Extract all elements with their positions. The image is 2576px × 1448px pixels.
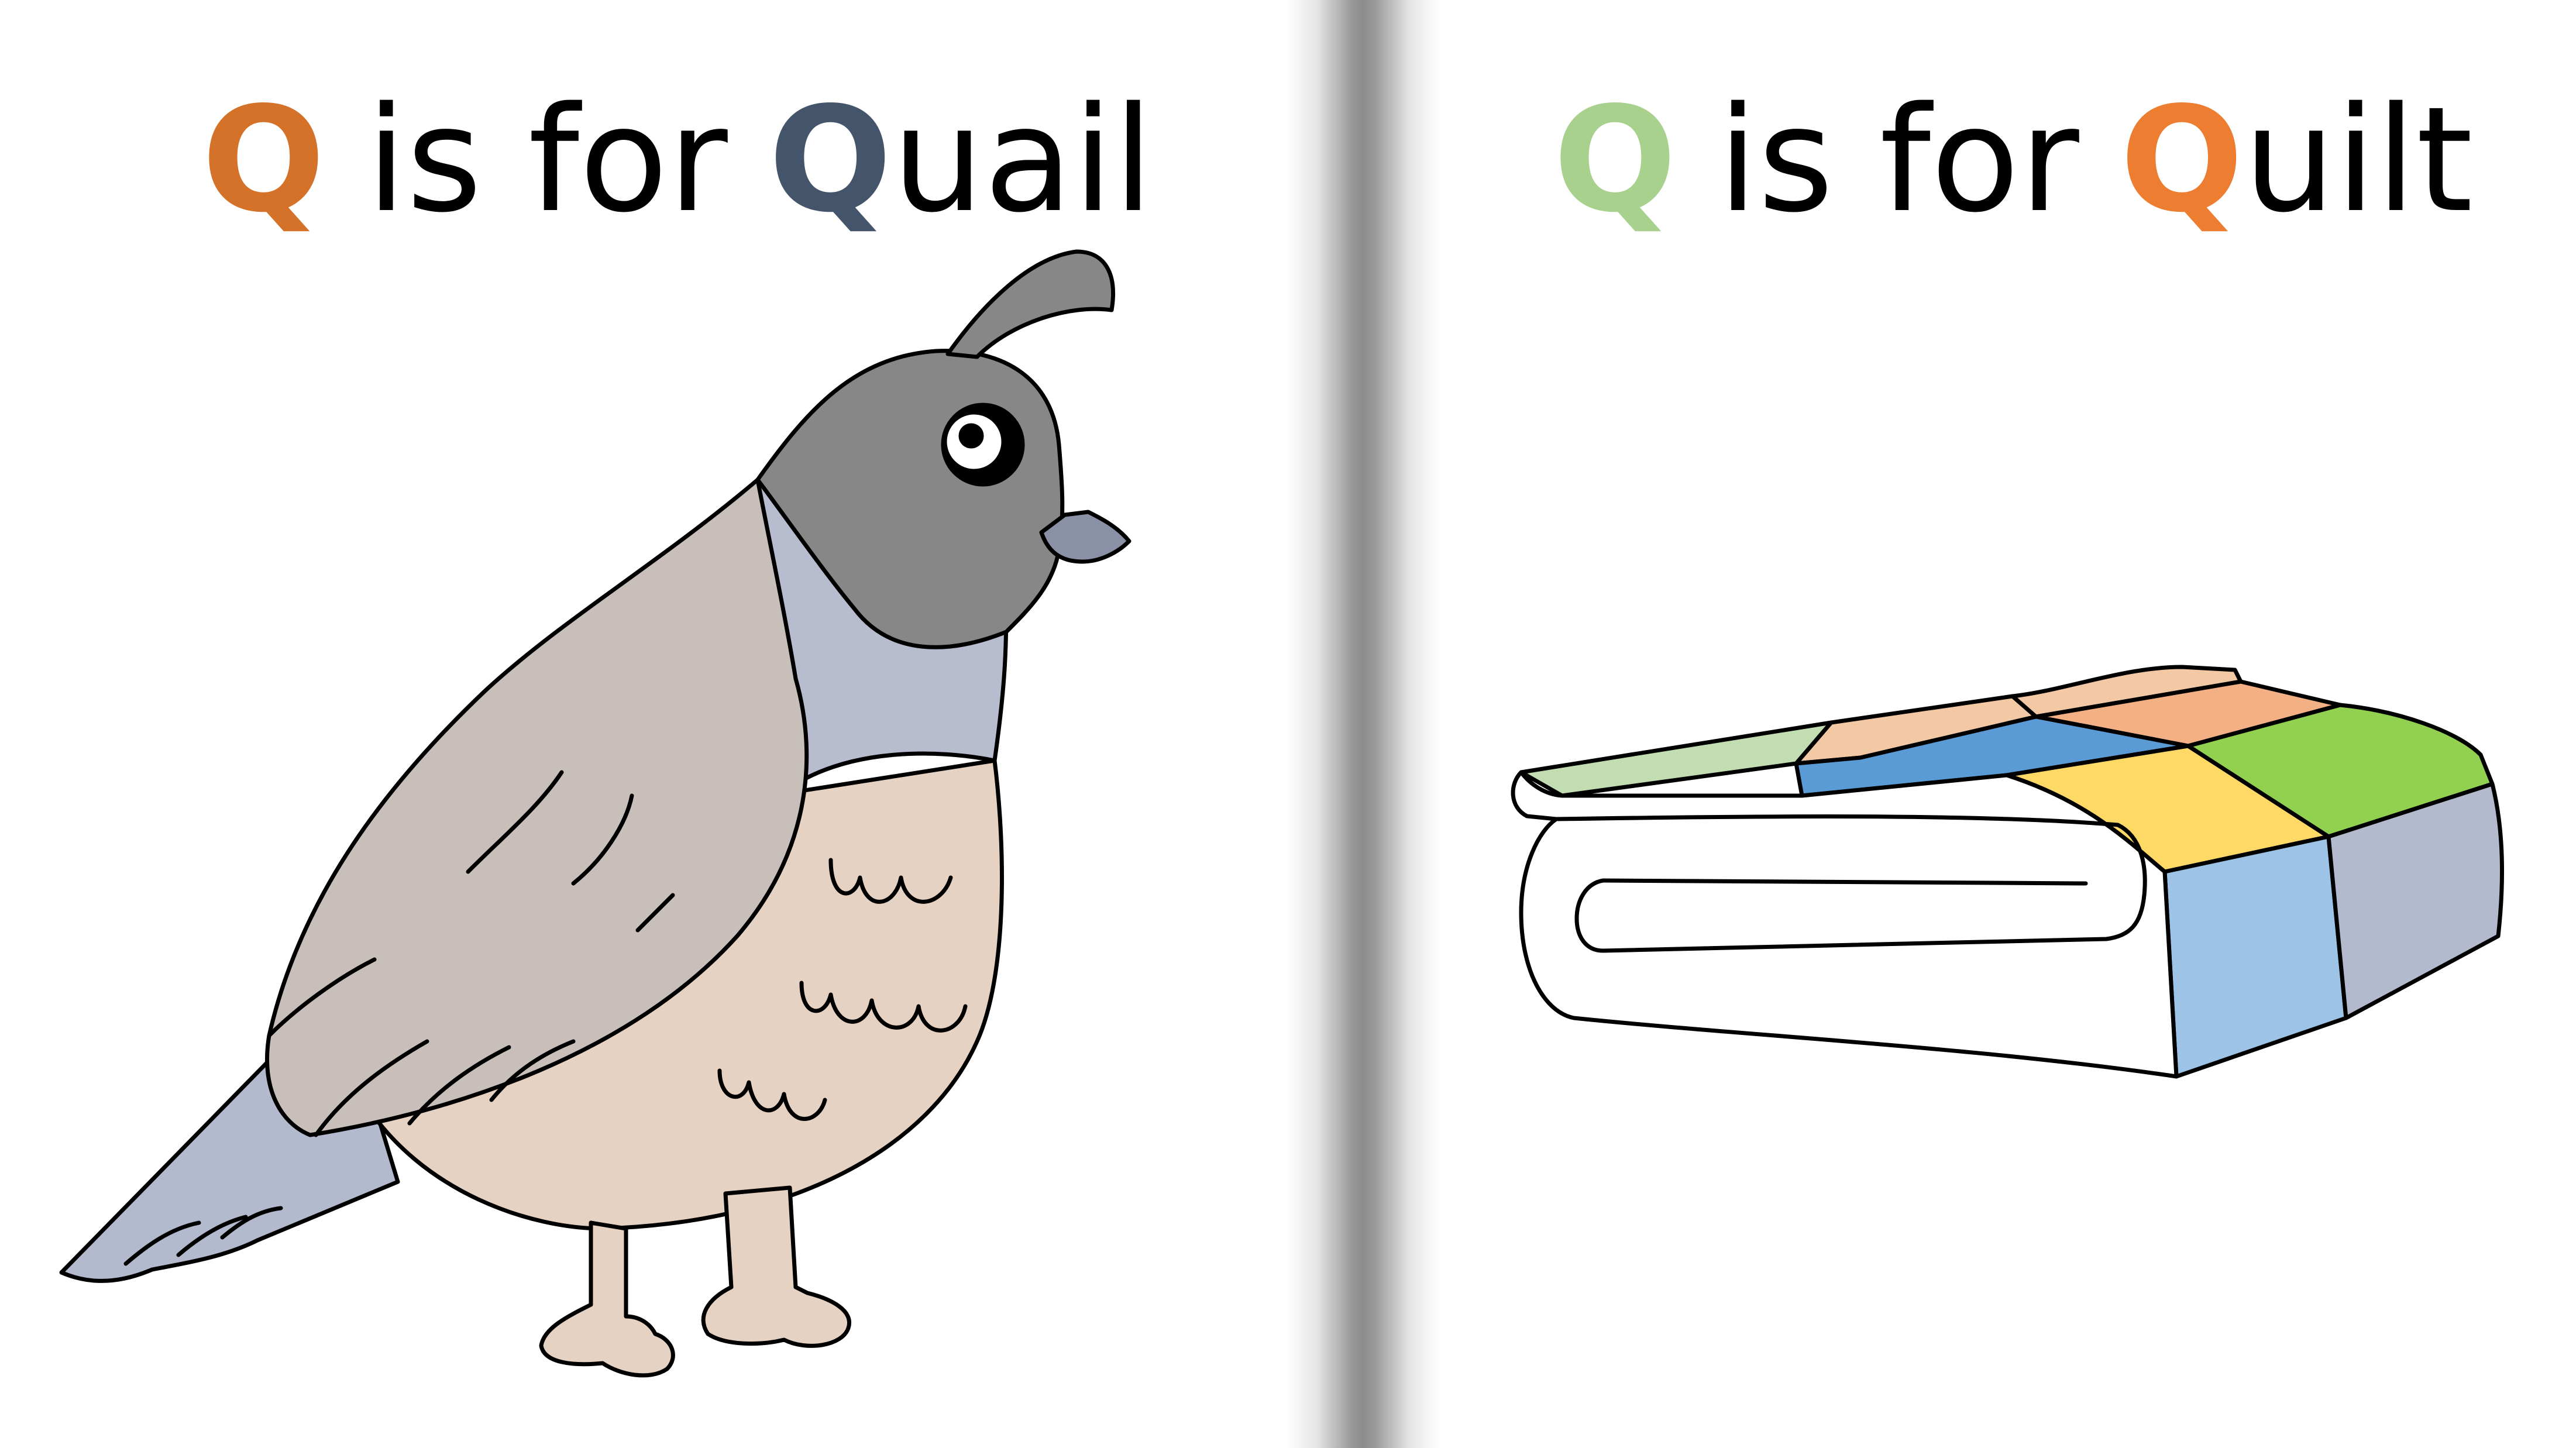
right-word-first-letter: Q <box>2120 76 2244 245</box>
right-connector: is for <box>1717 76 2079 245</box>
right-word-rest: uilt <box>2243 76 2473 245</box>
right-letter: Q <box>1553 76 1677 245</box>
right-card: Qis for Quilt <box>1416 0 2576 1448</box>
left-headline: Qis for Quail <box>202 88 1154 233</box>
folded-quilt-icon <box>1511 665 2505 1079</box>
left-word-rest: uail <box>892 76 1154 245</box>
quail-icon <box>59 249 1131 1378</box>
left-letter: Q <box>202 76 325 245</box>
right-headline: Qis for Quilt <box>1553 88 2473 233</box>
left-connector: is for <box>366 76 728 245</box>
left-word-first-letter: Q <box>768 76 892 245</box>
left-card: Qis for Quail <box>0 0 1305 1448</box>
flashcard-spread: Qis for Quail Q is for Quilt <box>0 0 2576 1448</box>
